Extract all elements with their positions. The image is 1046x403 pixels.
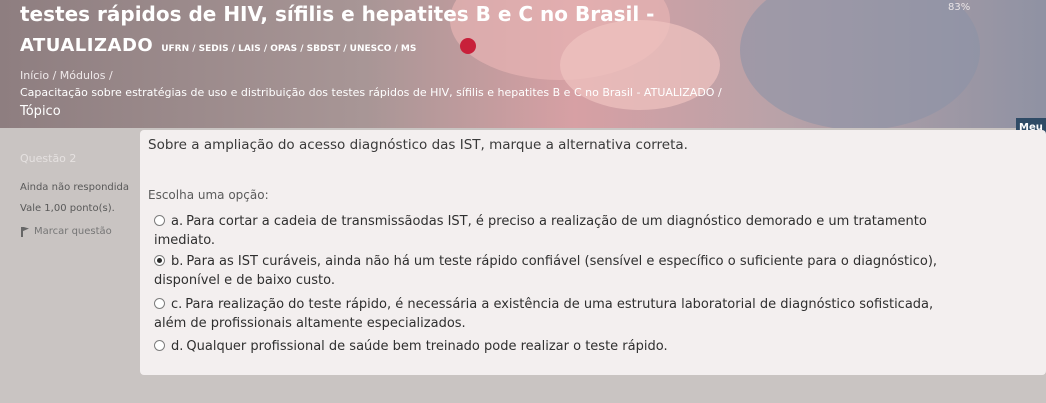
subtitle-main: ATUALIZADO bbox=[20, 35, 154, 56]
option-c[interactable]: c. Para realização do teste rápido, é nec… bbox=[154, 295, 1034, 333]
question-status: Ainda não respondida bbox=[20, 182, 130, 193]
progress-percent: 83% bbox=[948, 2, 971, 13]
option-letter: a. bbox=[171, 214, 184, 229]
option-a[interactable]: a. Para cortar a cadeia de transmissãodas… bbox=[154, 212, 1034, 250]
option-b[interactable]: b. Para as IST curáveis, ainda não há um … bbox=[154, 252, 1034, 290]
option-letter: c. bbox=[171, 297, 183, 312]
course-banner: testes rápidos de HIV, sífilis e hepatit… bbox=[0, 0, 1046, 128]
option-d[interactable]: d. Qualquer profissional de saúde bem tre… bbox=[154, 337, 1034, 356]
course-title: testes rápidos de HIV, sífilis e hepatit… bbox=[20, 2, 655, 26]
radio-a[interactable] bbox=[154, 215, 165, 226]
option-text-line1: Qualquer profissional de saúde bem trein… bbox=[186, 339, 668, 354]
option-text-line2: disponível e de baixo custo. bbox=[154, 273, 335, 288]
flag-question-button[interactable]: Marcar questão bbox=[20, 226, 132, 237]
flag-label: Marcar questão bbox=[34, 226, 112, 237]
option-text-line1: Para cortar a cadeia de transmissãodas I… bbox=[186, 214, 927, 229]
option-letter: d. bbox=[171, 339, 184, 354]
question-info: Questão 2 Ainda não respondida Vale 1,00… bbox=[20, 140, 132, 400]
flag-icon bbox=[20, 226, 30, 237]
option-text-line2: além de profissionais altamente especial… bbox=[154, 316, 466, 331]
breadcrumb-course[interactable]: Capacitação sobre estratégias de uso e d… bbox=[20, 86, 722, 99]
question-card: Sobre a ampliação do acesso diagnóstico … bbox=[140, 130, 1046, 375]
radio-d[interactable] bbox=[154, 340, 165, 351]
question-grade: Vale 1,00 ponto(s). bbox=[20, 203, 115, 214]
option-text-line1: Para realização do teste rápido, é neces… bbox=[185, 297, 934, 312]
option-text-line2: imediato. bbox=[154, 233, 216, 248]
radio-b-selected[interactable] bbox=[154, 255, 165, 266]
course-subtitle: ATUALIZADO UFRN / SEDIS / LAIS / OPAS / … bbox=[20, 35, 416, 56]
choose-option-prompt: Escolha uma opção: bbox=[148, 188, 269, 202]
question-text: Sobre a ampliação do acesso diagnóstico … bbox=[148, 137, 688, 153]
section-label: Tópico bbox=[20, 104, 61, 119]
subtitle-orgs: UFRN / SEDIS / LAIS / OPAS / SBDST / UNE… bbox=[161, 44, 417, 54]
decorative-blob bbox=[740, 0, 980, 128]
option-text-line1: Para as IST curáveis, ainda não há um te… bbox=[186, 254, 938, 269]
option-letter: b. bbox=[171, 254, 184, 269]
radio-c[interactable] bbox=[154, 298, 165, 309]
question-number: Questão 2 bbox=[20, 152, 77, 165]
decorative-dot bbox=[460, 38, 476, 54]
breadcrumb-modules[interactable]: Início / Módulos / bbox=[20, 69, 113, 82]
